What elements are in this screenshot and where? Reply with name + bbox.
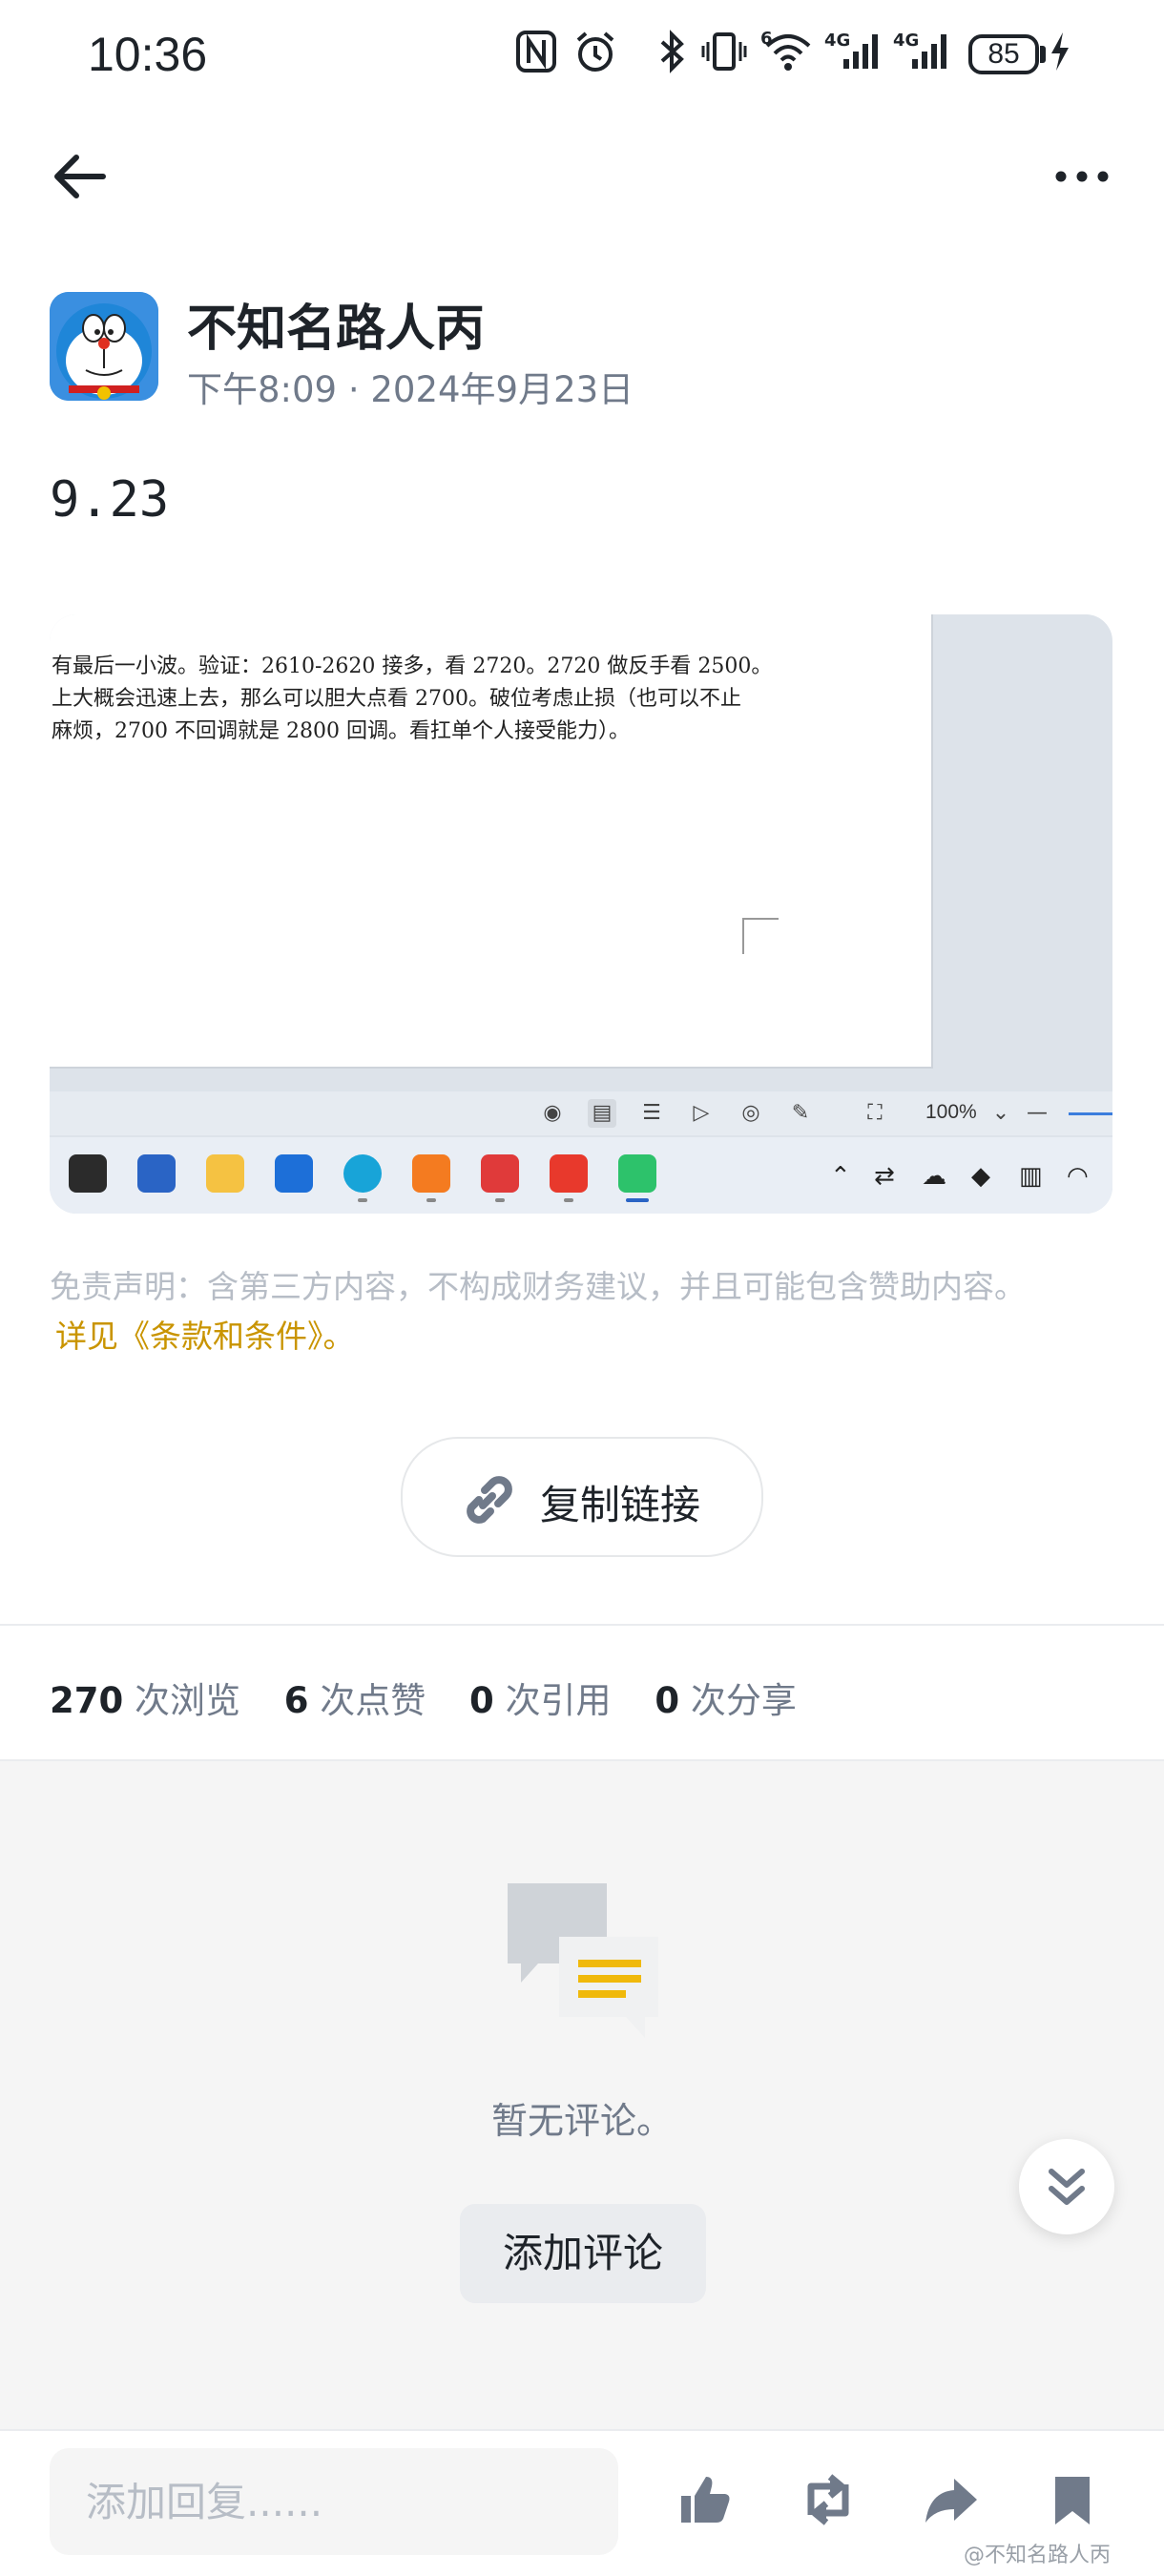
wechat-icon — [618, 1154, 656, 1193]
edge-browser-icon — [343, 1154, 382, 1193]
divider — [0, 1624, 1164, 1626]
tray-swap-icon: ⇄ — [874, 1162, 895, 1191]
document-toolbar: ◉ ▤ ☰ ▷ ◎ ✎ ⛶ 100% ⌄ — — [50, 1091, 1112, 1135]
chart-app-icon — [412, 1154, 450, 1193]
chevron-down-icon: ⌄ — [991, 1101, 1010, 1125]
no-comments-text: 暂无评论。 — [490, 2100, 673, 2142]
stat-likes: 6 次点赞 — [284, 1680, 426, 1721]
like-button[interactable] — [676, 2471, 733, 2528]
document-page: 有最后一小波。验证：2610-2620 接多，看 2720。2720 做反手看 … — [50, 614, 933, 1069]
nfc-icon — [516, 31, 556, 73]
author-name[interactable]: 不知名路人丙 — [187, 288, 485, 360]
signal-icon — [912, 34, 946, 69]
bluetooth-icon — [660, 30, 684, 73]
author-avatar[interactable] — [50, 292, 158, 401]
vibrate-icon — [701, 32, 747, 71]
scroll-down-button[interactable] — [1019, 2139, 1114, 2234]
terms-link[interactable]: 详见《条款和条件》。 — [55, 1311, 355, 1357]
post-timestamp: 下午8:09 · 2024年9月23日 — [187, 369, 634, 410]
watermark: @不知名路人丙 — [964, 2544, 1112, 2567]
page-corner-marker — [742, 918, 779, 954]
link-icon — [467, 1476, 512, 1524]
task-indicator — [426, 1198, 436, 1202]
wifi-icon — [765, 34, 811, 71]
comments-section: 暂无评论。 添加评论 — [0, 1761, 1164, 2429]
signal-icon — [843, 34, 878, 69]
battery-indicator: 85 — [968, 34, 1039, 74]
copy-link-button[interactable]: 复制链接 — [401, 1437, 763, 1557]
task-view-icon — [69, 1154, 107, 1193]
views-label: 次浏览 — [135, 1680, 240, 1721]
views-count: 270 — [50, 1680, 124, 1721]
tray-cloud-icon: ☁ — [922, 1162, 946, 1191]
stat-views: 270 次浏览 — [50, 1680, 240, 1721]
outline-icon: ☰ — [642, 1101, 661, 1125]
likes-count: 6 — [283, 1680, 309, 1721]
windows-taskbar: ⌃ ⇄ ☁ ◆ ▥ ◠ — [50, 1137, 1112, 1214]
globe-icon: ◎ — [741, 1101, 760, 1125]
status-time: 10:36 — [88, 28, 208, 81]
zoom-slider — [1069, 1112, 1112, 1115]
zoom-out-icon: — — [1027, 1101, 1048, 1125]
page-view-icon: ▤ — [588, 1099, 616, 1128]
tray-wifi-icon: ◠ — [1067, 1162, 1089, 1191]
fit-screen-icon: ⛶ — [867, 1101, 883, 1125]
zoom-level: 100% — [925, 1101, 977, 1123]
document-line: 上大概会迅速上去，那么可以胆大点看 2700。破位考虑止损（也可以不止 — [52, 687, 741, 711]
task-indicator-active — [626, 1198, 649, 1202]
store-icon — [137, 1154, 176, 1193]
bookmark-button[interactable] — [1044, 2471, 1101, 2528]
disclaimer-text: 免责声明：含第三方内容，不构成财务建议，并且可能包含赞助内容。 — [50, 1268, 1026, 1305]
eye-icon: ◉ — [543, 1101, 562, 1125]
doraemon-avatar-icon — [50, 292, 158, 401]
stat-shares: 0 次分享 — [655, 1680, 797, 1721]
task-indicator — [358, 1198, 367, 1202]
share-button[interactable] — [922, 2471, 979, 2528]
empty-comments-icon — [508, 1883, 658, 2038]
pen-icon: ✎ — [791, 1101, 810, 1125]
tray-app-icon: ▥ — [1019, 1162, 1043, 1191]
task-indicator — [564, 1198, 573, 1202]
music-app-icon — [481, 1154, 519, 1193]
repost-button[interactable] — [800, 2471, 857, 2528]
tray-qq-icon: ◆ — [971, 1162, 990, 1191]
post-date: 2024年9月23日 — [370, 369, 634, 410]
reply-input[interactable] — [50, 2448, 618, 2555]
battery-cap — [1040, 46, 1046, 63]
alarm-icon — [576, 31, 614, 72]
post-title: 9.23 — [50, 471, 170, 529]
task-indicator — [495, 1198, 505, 1202]
file-explorer-icon — [206, 1154, 244, 1193]
post-time: 下午8:09 — [187, 369, 338, 410]
likes-label: 次点赞 — [320, 1680, 426, 1721]
document-line: 麻烦，2700 不回调就是 2800 回调。看扛单个人接受能力）。 — [52, 719, 630, 743]
post-image[interactable]: 有最后一小波。验证：2610-2620 接多，看 2720。2720 做反手看 … — [50, 614, 1112, 1214]
play-icon: ▷ — [693, 1101, 710, 1125]
back-button[interactable] — [50, 153, 111, 200]
copy-link-label: 复制链接 — [540, 1482, 701, 1528]
mail-icon — [275, 1154, 313, 1193]
quotes-label: 次引用 — [505, 1680, 612, 1721]
wps-office-icon — [550, 1154, 588, 1193]
shares-count: 0 — [655, 1680, 680, 1721]
charging-icon — [1051, 32, 1069, 71]
more-options-button[interactable] — [1053, 162, 1111, 191]
double-chevron-down-icon — [1049, 2169, 1085, 2205]
quotes-count: 0 — [469, 1680, 494, 1721]
tray-chevron-up-icon: ⌃ — [830, 1162, 851, 1191]
divider — [0, 2429, 1164, 2431]
post-stats: 270 次浏览 6 次点赞 0 次引用 0 次分享 — [50, 1672, 829, 1723]
shares-label: 次分享 — [690, 1680, 797, 1721]
document-line: 有最后一小波。验证：2610-2620 接多，看 2720。2720 做反手看 … — [52, 654, 773, 678]
add-comment-button[interactable]: 添加评论 — [460, 2204, 706, 2303]
stat-quotes: 0 次引用 — [469, 1680, 612, 1721]
